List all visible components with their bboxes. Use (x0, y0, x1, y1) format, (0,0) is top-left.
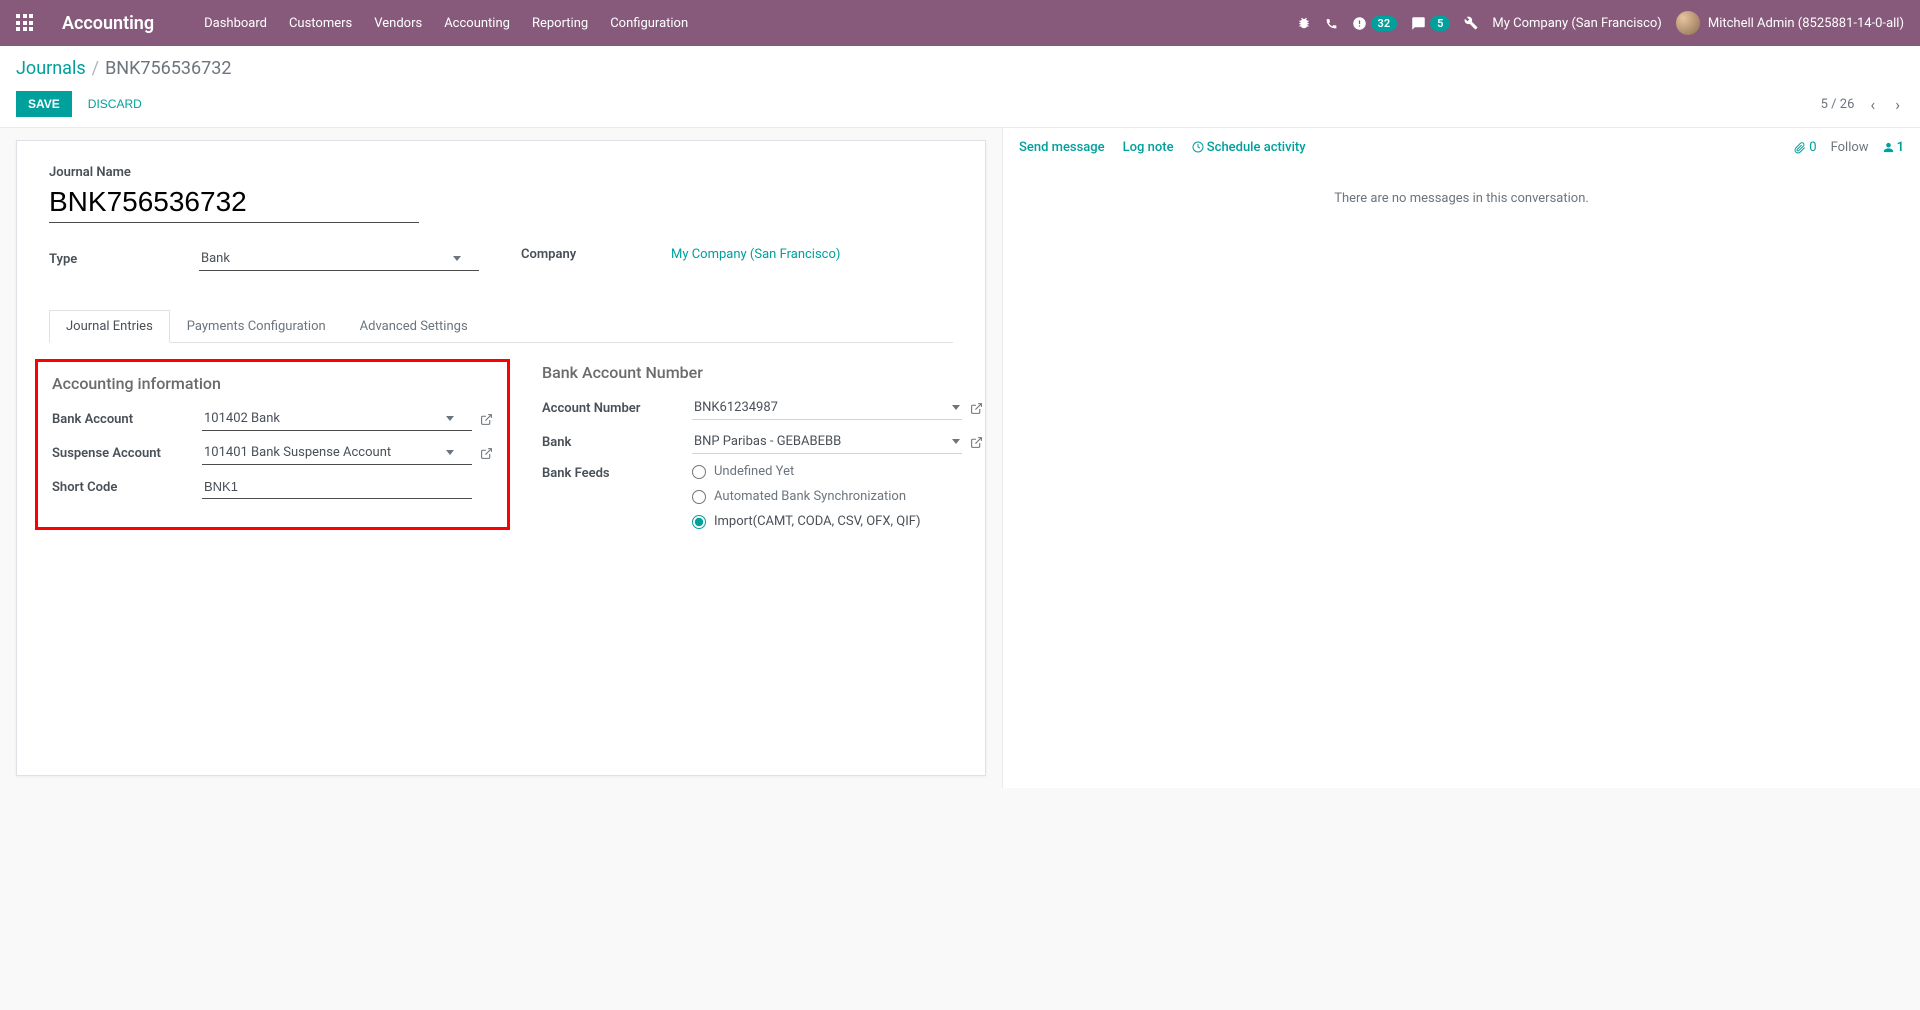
nav-customers[interactable]: Customers (279, 10, 362, 37)
pager-text[interactable]: 5 / 26 (1821, 97, 1855, 112)
messages-icon[interactable]: 5 (1411, 16, 1450, 31)
top-nav: Accounting Dashboard Customers Vendors A… (0, 0, 1920, 46)
radio-automated[interactable] (692, 490, 706, 504)
breadcrumb: Journals / BNK756536732 (16, 58, 1904, 79)
tab-journal-entries[interactable]: Journal Entries (49, 310, 170, 343)
bank-feeds-label: Bank Feeds (542, 464, 692, 481)
apps-icon[interactable] (16, 14, 34, 32)
external-link-icon[interactable] (970, 402, 983, 415)
suspense-select[interactable]: 101401 Bank Suspense Account (202, 441, 472, 465)
action-row: SAVE DISCARD 5 / 26 ‹ › (0, 83, 1920, 128)
pager-next[interactable]: › (1891, 93, 1904, 116)
account-number-label: Account Number (542, 401, 692, 416)
nav-reporting[interactable]: Reporting (522, 10, 598, 37)
bank-account-number-heading: Bank Account Number (542, 363, 983, 382)
chatter-top: Send message Log note Schedule activity … (1019, 140, 1904, 155)
company-link[interactable]: My Company (San Francisco) (671, 247, 840, 262)
tabs: Journal Entries Payments Configuration A… (49, 309, 953, 343)
feeds-opt-import[interactable]: Import(CAMT, CODA, CSV, OFX, QIF) (692, 514, 920, 529)
pager: 5 / 26 ‹ › (1821, 93, 1904, 116)
systray: 32 5 My Company (San Francisco) Mitchell… (1297, 11, 1904, 35)
chevron-down-icon (952, 405, 960, 410)
suspense-value: 101401 Bank Suspense Account (204, 445, 391, 460)
debug-icon[interactable] (1297, 16, 1311, 30)
activities-badge: 32 (1371, 16, 1398, 31)
highlight-box: Accounting information Bank Account 1014… (35, 359, 510, 530)
external-link-icon[interactable] (970, 436, 983, 449)
shortcode-input[interactable] (202, 475, 472, 499)
discard-button[interactable]: DISCARD (76, 91, 154, 117)
account-number-value: BNK61234987 (694, 400, 778, 415)
bank-account-number-group: Bank Account Number Account Number BNK61… (542, 363, 983, 549)
feeds-opt-automated[interactable]: Automated Bank Synchronization (692, 489, 920, 504)
avatar (1676, 11, 1700, 35)
accounting-info-heading: Accounting information (52, 374, 493, 393)
shortcode-label: Short Code (52, 480, 202, 495)
breadcrumb-sep: / (92, 58, 99, 79)
pager-prev[interactable]: ‹ (1866, 93, 1879, 116)
breadcrumb-parent[interactable]: Journals (16, 58, 86, 79)
activities-icon[interactable]: 32 (1352, 16, 1398, 31)
company-selector[interactable]: My Company (San Francisco) (1492, 16, 1661, 31)
followers-count[interactable]: 1 (1883, 140, 1904, 155)
suspense-label: Suspense Account (52, 446, 202, 461)
phone-icon[interactable] (1325, 17, 1338, 30)
bank-label: Bank (542, 435, 692, 450)
app-brand[interactable]: Accounting (62, 13, 154, 34)
send-message-button[interactable]: Send message (1019, 140, 1105, 155)
form-sheet: Journal Name Type Bank Company My Compan… (16, 140, 986, 776)
chevron-down-icon (453, 256, 461, 261)
breadcrumb-current: BNK756536732 (105, 58, 231, 79)
nav-menu: Dashboard Customers Vendors Accounting R… (194, 10, 698, 37)
account-number-select[interactable]: BNK61234987 (692, 396, 962, 420)
chevron-down-icon (952, 439, 960, 444)
type-select[interactable]: Bank (199, 247, 479, 271)
nav-accounting[interactable]: Accounting (434, 10, 520, 37)
radio-import[interactable] (692, 515, 706, 529)
chatter: Send message Log note Schedule activity … (1002, 128, 1920, 788)
empty-conversation: There are no messages in this conversati… (1019, 191, 1904, 206)
follow-button[interactable]: Follow (1831, 140, 1869, 155)
journal-name-label: Journal Name (49, 165, 953, 180)
content-wrap: Journal Name Type Bank Company My Compan… (0, 128, 1920, 788)
breadcrumb-bar: Journals / BNK756536732 (0, 46, 1920, 83)
tab-body: Accounting information Bank Account 1014… (49, 343, 953, 549)
schedule-activity-button[interactable]: Schedule activity (1192, 140, 1306, 155)
nav-vendors[interactable]: Vendors (364, 10, 432, 37)
user-name: Mitchell Admin (8525881-14-0-all) (1708, 16, 1904, 31)
type-value: Bank (201, 251, 230, 266)
external-link-icon[interactable] (480, 413, 493, 426)
bank-value: BNP Paribas - GEBABEBB (694, 434, 841, 449)
accounting-info-group: Accounting information Bank Account 1014… (49, 363, 510, 549)
chevron-down-icon (446, 450, 454, 455)
type-label: Type (49, 252, 199, 267)
feeds-opt-undefined[interactable]: Undefined Yet (692, 464, 920, 479)
journal-name-input[interactable] (49, 184, 419, 223)
company-label: Company (521, 247, 671, 262)
chevron-down-icon (446, 416, 454, 421)
nav-dashboard[interactable]: Dashboard (194, 10, 277, 37)
bank-account-select[interactable]: 101402 Bank (202, 407, 472, 431)
bank-feeds-options: Undefined Yet Automated Bank Synchroniza… (692, 464, 920, 539)
save-button[interactable]: SAVE (16, 91, 72, 117)
nav-configuration[interactable]: Configuration (600, 10, 698, 37)
bank-select[interactable]: BNP Paribas - GEBABEBB (692, 430, 962, 454)
bank-account-label: Bank Account (52, 412, 202, 427)
attachments-count[interactable]: 0 (1794, 140, 1816, 155)
log-note-button[interactable]: Log note (1123, 140, 1174, 155)
tools-icon[interactable] (1464, 16, 1478, 30)
user-menu[interactable]: Mitchell Admin (8525881-14-0-all) (1676, 11, 1904, 35)
external-link-icon[interactable] (480, 447, 493, 460)
tab-payments-config[interactable]: Payments Configuration (170, 310, 343, 343)
bank-account-value: 101402 Bank (204, 411, 280, 426)
messages-badge: 5 (1430, 16, 1450, 31)
tab-advanced-settings[interactable]: Advanced Settings (343, 310, 485, 343)
radio-undefined[interactable] (692, 465, 706, 479)
